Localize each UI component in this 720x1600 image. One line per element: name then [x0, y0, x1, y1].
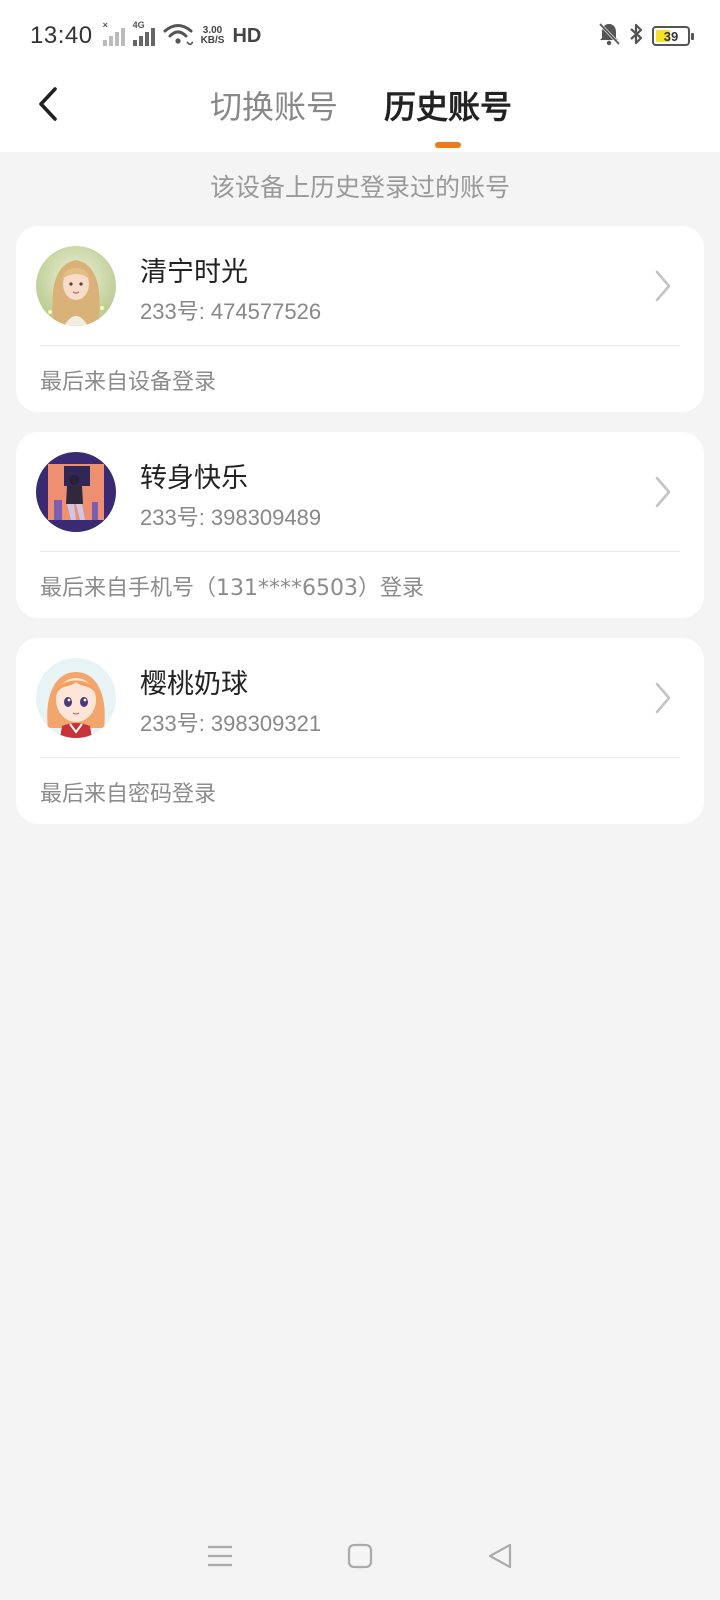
chevron-right-icon	[655, 682, 671, 714]
mute-bell-icon	[598, 22, 621, 51]
menu-button[interactable]	[200, 1536, 240, 1576]
account-name: 樱桃奶球	[140, 669, 248, 700]
avatar	[36, 246, 116, 326]
menu-icon	[208, 1545, 232, 1567]
card-divider	[40, 345, 680, 346]
battery-icon: 39	[652, 26, 694, 46]
battery-level: 39	[663, 28, 679, 44]
back-triangle-icon	[488, 1543, 512, 1569]
speed-unit: KB/S	[200, 35, 225, 46]
top-header: 切换账号 历史账号	[0, 72, 720, 152]
status-bar: 13:40 × 4G 3.00 KB/S HD 39	[0, 0, 720, 72]
avatar	[36, 658, 116, 738]
last-login-text: 最后来自密码登录	[40, 782, 217, 807]
account-card[interactable]: 樱桃奶球 233号: 398309321 最后来自密码登录	[16, 638, 704, 824]
wifi-icon	[163, 23, 194, 50]
tab-switch-account[interactable]: 切换账号	[210, 82, 338, 126]
chevron-left-icon	[39, 87, 57, 121]
card-divider	[40, 551, 680, 552]
signal-4g-label: 4G	[132, 20, 145, 30]
account-id: 233号: 398309489	[140, 505, 322, 530]
chevron-right-icon	[655, 270, 671, 302]
account-id: 233号: 474577526	[140, 299, 322, 324]
account-name: 转身快乐	[140, 463, 248, 494]
active-tab-indicator	[435, 142, 461, 148]
chevron-right-icon	[655, 476, 671, 508]
status-time: 13:40	[30, 22, 93, 49]
account-card[interactable]: 转身快乐 233号: 398309489 最后来自手机号（131****6503…	[16, 432, 704, 618]
signal-x-label: ×	[102, 20, 108, 30]
card-divider	[40, 757, 680, 758]
avatar	[36, 452, 116, 532]
nav-back-button[interactable]	[480, 1536, 520, 1576]
hd-indicator: HD	[232, 24, 262, 47]
back-button[interactable]	[26, 82, 70, 126]
home-square-icon	[347, 1543, 373, 1569]
account-card[interactable]: 清宁时光 233号: 474577526 最后来自设备登录	[16, 226, 704, 412]
status-right-icons: 39	[598, 22, 694, 51]
status-left-icons: × 4G 3.00 KB/S HD	[102, 20, 262, 50]
system-nav-bar	[0, 1512, 720, 1600]
network-speed: 3.00 KB/S	[201, 26, 225, 46]
account-id: 233号: 398309321	[140, 711, 322, 736]
account-name: 清宁时光	[140, 257, 248, 288]
signal-4g-icon: 4G	[132, 20, 155, 46]
tab-history-account[interactable]: 历史账号	[384, 82, 512, 126]
home-button[interactable]	[340, 1536, 380, 1576]
page-subtitle: 该设备上历史登录过的账号	[209, 173, 510, 202]
last-login-text: 最后来自手机号（131****6503）登录	[40, 576, 424, 601]
bluetooth-icon	[628, 22, 644, 51]
signal-icon: ×	[102, 20, 125, 46]
last-login-text: 最后来自设备登录	[40, 370, 217, 395]
